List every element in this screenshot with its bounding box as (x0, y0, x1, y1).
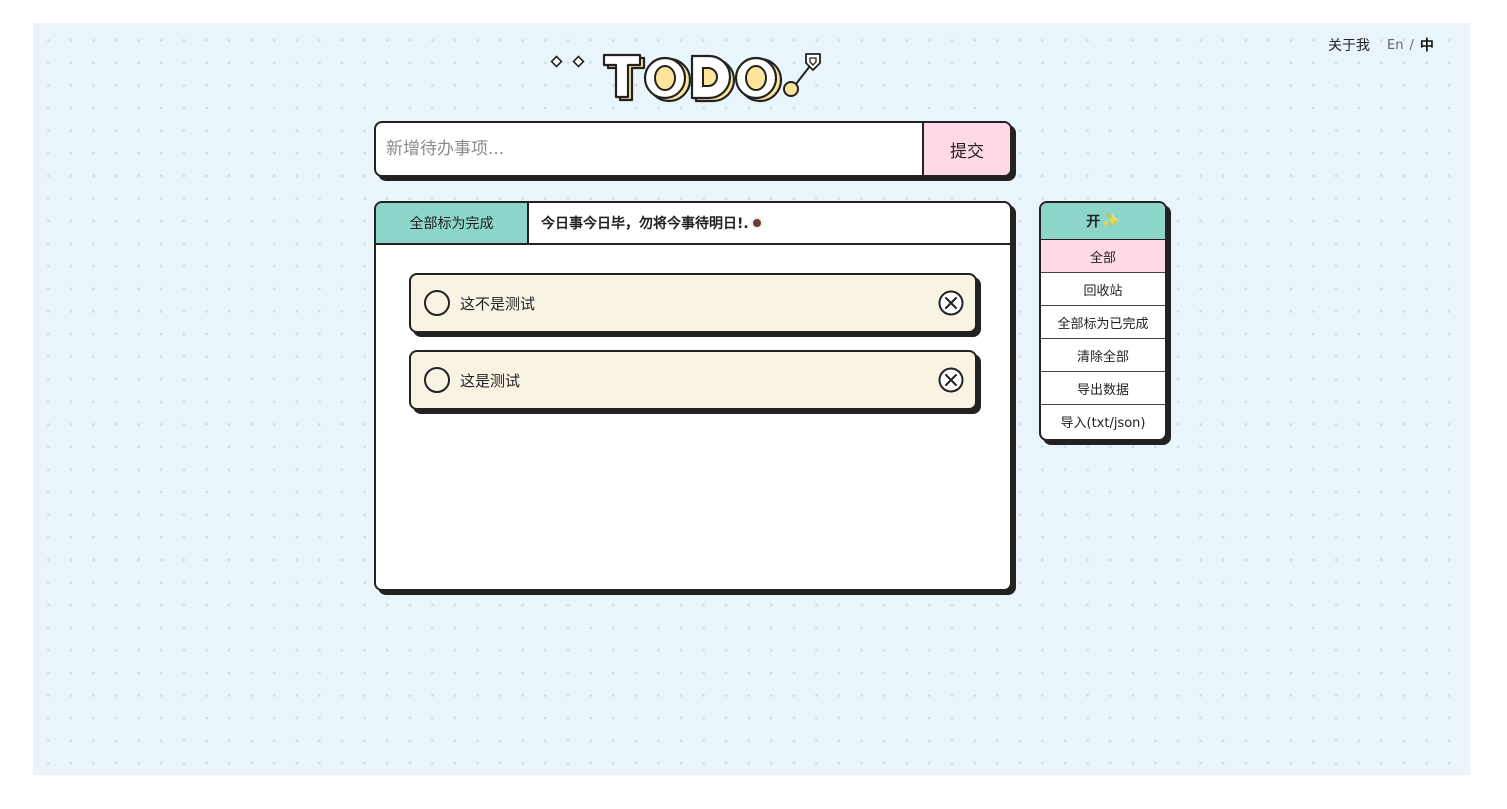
shield-icon (783, 53, 821, 97)
sparkle-icon: ✨ (1102, 213, 1120, 229)
mark-all-done-button[interactable]: 全部标为完成 (376, 203, 529, 243)
menu-item-import[interactable]: 导入(txt/json) (1041, 405, 1165, 438)
new-todo-input[interactable] (376, 123, 922, 175)
todo-list-card: 全部标为完成 今日事今日毕，勿将今事待明日!. 这不是测试 这是测试 (374, 201, 1012, 591)
logo-letter-t (602, 53, 646, 102)
menu-item-export[interactable]: 导出数据 (1041, 372, 1165, 405)
menu-item-all[interactable]: 全部 (1041, 240, 1165, 273)
menu-item-clear-all[interactable]: 清除全部 (1041, 339, 1165, 372)
side-menu: 开 ✨ 全部 回收站 全部标为已完成 清除全部 导出数据 导入(txt/json… (1039, 201, 1167, 441)
menu-item-recycle-bin[interactable]: 回收站 (1041, 273, 1165, 306)
todo-text: 这不是测试 (460, 294, 536, 313)
submit-button[interactable]: 提交 (922, 123, 1010, 175)
motto-text: 今日事今日毕，勿将今事待明日!. (529, 203, 761, 243)
language-switcher: En / 中 (1387, 35, 1434, 55)
new-todo-bar: 提交 (374, 121, 1012, 177)
dot-icon (752, 219, 761, 227)
todo-text: 这是测试 (460, 371, 521, 390)
logo-letter-o (643, 56, 692, 103)
logo-letter-d (690, 54, 736, 103)
logo-letter-o-2 (734, 56, 783, 103)
todo-item: 这是测试 (409, 350, 977, 410)
delete-icon[interactable] (938, 367, 964, 393)
menu-toggle-button[interactable]: 开 ✨ (1041, 203, 1165, 240)
todo-logo (550, 53, 821, 103)
lang-separator: / (1409, 37, 1414, 53)
menu-item-mark-all-done[interactable]: 全部标为已完成 (1041, 306, 1165, 339)
lang-en-link[interactable]: En (1387, 38, 1403, 53)
motto-label: 今日事今日毕，勿将今事待明日!. (541, 216, 749, 232)
lang-zh-link[interactable]: 中 (1420, 35, 1434, 55)
complete-checkbox[interactable] (424, 367, 450, 393)
todo-item: 这不是测试 (409, 273, 977, 333)
diamond-icon (550, 55, 585, 68)
todo-list-header: 全部标为完成 今日事今日毕，勿将今事待明日!. (376, 203, 1010, 245)
delete-icon[interactable] (938, 290, 964, 316)
complete-checkbox[interactable] (424, 290, 450, 316)
top-nav: 关于我 En / 中 (1328, 35, 1434, 55)
about-link[interactable]: 关于我 (1328, 35, 1370, 55)
menu-toggle-label: 开 (1086, 214, 1101, 230)
